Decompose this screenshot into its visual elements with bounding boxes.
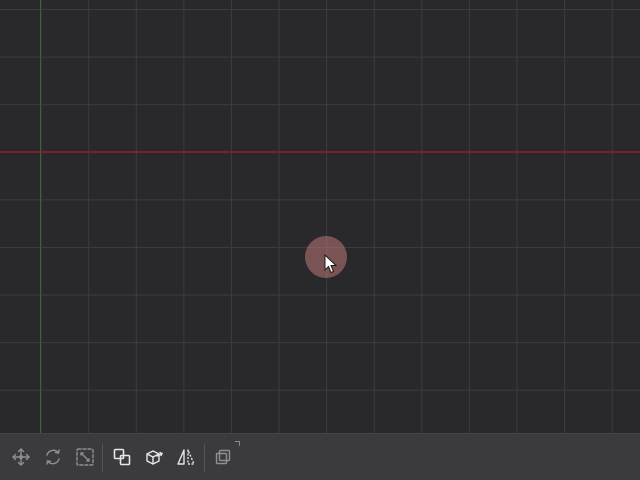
move-tool-button[interactable] — [9, 445, 33, 469]
toolbar-separator — [102, 444, 103, 472]
rotate-icon — [46, 449, 60, 465]
extrude-tool-button[interactable] — [142, 445, 166, 469]
submenu-indicator — [235, 441, 240, 446]
3d-viewport[interactable] — [0, 0, 640, 433]
mirror-tool-button[interactable] — [174, 445, 198, 469]
scale-icon — [76, 448, 94, 466]
app-window — [0, 0, 640, 480]
toolbar-separator — [204, 444, 205, 472]
move-icon — [12, 448, 30, 466]
x-axis-line — [0, 151, 640, 153]
copy-layers-icon — [215, 449, 231, 465]
scale-tool-button[interactable] — [73, 445, 97, 469]
duplicate-icon — [113, 448, 131, 466]
duplicate-tool-button[interactable] — [110, 445, 134, 469]
y-axis-line — [40, 0, 41, 433]
transform-toolbar — [0, 433, 640, 480]
extrude-icon — [146, 450, 163, 465]
mirror-icon — [177, 449, 195, 465]
copy-layers-tool-button[interactable] — [211, 445, 235, 469]
mouse-pointer-icon — [324, 254, 338, 274]
rotate-tool-button[interactable] — [41, 445, 65, 469]
